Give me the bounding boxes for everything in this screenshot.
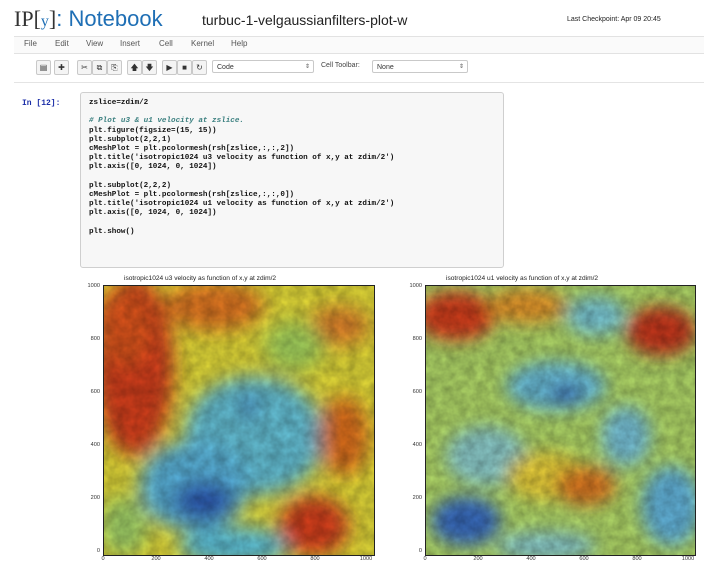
x-tick-label: 200 xyxy=(151,556,161,562)
code-line: plt.axis([0, 1024, 0, 1024]) xyxy=(89,163,217,172)
y-tick-label: 1000 xyxy=(87,283,100,289)
y-tick-label: 400 xyxy=(412,442,422,448)
pcolormesh-u3 xyxy=(103,285,375,556)
logo-ip: IP xyxy=(14,6,34,31)
logo-y: y xyxy=(40,13,49,30)
x-tick-label: 600 xyxy=(257,556,267,562)
menu-edit[interactable]: Edit xyxy=(55,39,69,48)
x-tick-label: 0 xyxy=(423,556,427,562)
y-tick-label: 800 xyxy=(90,336,100,342)
last-checkpoint: Last Checkpoint: Apr 09 20:45 xyxy=(567,16,661,23)
code-line: zslice=zdim/2 xyxy=(89,99,149,107)
cell-type-select[interactable]: Code ⇕ xyxy=(212,60,314,73)
divider xyxy=(14,82,704,83)
y-tick-label: 0 xyxy=(96,548,100,554)
code-line: cMeshPlot = plt.pcolormesh(rsh[zslice,:,… xyxy=(89,145,295,154)
code-line: plt.show() xyxy=(89,227,135,236)
x-tick-label: 400 xyxy=(526,556,536,562)
menu-file[interactable]: File xyxy=(24,39,37,48)
y-tick-label: 600 xyxy=(90,389,100,395)
cut-icon[interactable]: ✂ xyxy=(77,60,92,75)
menu-bar: File Edit View Insert Cell Kernel Help xyxy=(14,36,704,54)
heatmap-image xyxy=(104,286,374,555)
cell-type-value: Code xyxy=(217,64,234,71)
pcolormesh-u1 xyxy=(425,285,696,556)
select-arrows-icon: ⇕ xyxy=(458,64,464,70)
menu-kernel[interactable]: Kernel xyxy=(191,39,214,48)
paste-icon[interactable]: ⎘ xyxy=(107,60,122,75)
y-tick-label: 200 xyxy=(90,495,100,501)
code-line: cMeshPlot = plt.pcolormesh(rsh[zslice,:,… xyxy=(89,191,295,200)
code-line: plt.axis([0, 1024, 0, 1024]) xyxy=(89,209,217,218)
heatmap-image xyxy=(426,286,695,555)
code-line: plt.figure(figsize=(15, 15)) xyxy=(89,126,217,135)
x-tick-label: 800 xyxy=(310,556,320,562)
code-line: plt.title('isotropic1024 u3 velocity as … xyxy=(89,154,395,163)
plot-title: isotropic1024 u1 velocity as function of… xyxy=(446,275,599,282)
copy-icon[interactable]: ⧉ xyxy=(92,60,107,75)
x-tick-label: 200 xyxy=(473,556,483,562)
arrow-up-icon[interactable]: 🡅 xyxy=(127,60,142,75)
code-line: plt.subplot(2,2,2) xyxy=(89,181,172,190)
save-icon[interactable]: ▤ xyxy=(36,60,51,75)
y-tick-label: 400 xyxy=(90,442,100,448)
x-tick-label: 600 xyxy=(579,556,589,562)
x-tick-label: 1000 xyxy=(359,556,373,562)
code-line: # Plot u3 & u1 velocity at zslice. xyxy=(89,117,244,126)
code-line: plt.subplot(2,2,1) xyxy=(89,135,172,144)
menu-help[interactable]: Help xyxy=(231,39,247,48)
restart-icon[interactable]: ↻ xyxy=(192,60,207,75)
x-tick-label: 800 xyxy=(632,556,642,562)
stop-icon[interactable]: ■ xyxy=(177,60,192,75)
code-cell-input[interactable]: zslice=zdim/2 # Plot u3 & u1 velocity at… xyxy=(80,92,504,268)
select-arrows-icon: ⇕ xyxy=(304,64,310,70)
x-tick-label: 1000 xyxy=(681,556,695,562)
logo-bracket-open: [ xyxy=(33,6,41,31)
code-editor[interactable]: zslice=zdim/2 # Plot u3 & u1 velocity at… xyxy=(89,99,394,237)
x-tick-label: 400 xyxy=(204,556,214,562)
logo-notebook: : Notebook xyxy=(56,6,163,31)
notebook-header: IP[y]: Notebook turbuc-1-velgaussianfilt… xyxy=(0,0,718,34)
plus-icon[interactable]: ✚ xyxy=(54,60,69,75)
toolbar: ▤ ✚ ✂ ⧉ ⎘ 🡅 🡇 ▶ ■ ↻ Code ⇕ Cell Toolbar:… xyxy=(14,56,704,78)
y-tick-label: 600 xyxy=(412,389,422,395)
menu-insert[interactable]: Insert xyxy=(120,39,140,48)
code-line: plt.title('isotropic1024 u1 velocity as … xyxy=(89,200,395,209)
arrow-down-icon[interactable]: 🡇 xyxy=(142,60,157,75)
menu-cell[interactable]: Cell xyxy=(159,39,173,48)
notebook-name[interactable]: turbuc-1-velgaussianfilters-plot-w xyxy=(202,12,407,28)
ipython-logo[interactable]: IP[y]: Notebook xyxy=(14,6,163,32)
y-tick-label: 800 xyxy=(412,336,422,342)
cell-toolbar-label: Cell Toolbar: xyxy=(321,62,360,69)
y-tick-label: 200 xyxy=(412,495,422,501)
cell-toolbar-value: None xyxy=(377,64,394,71)
y-tick-label: 1000 xyxy=(409,283,422,289)
x-tick-label: 0 xyxy=(101,556,105,562)
y-tick-label: 0 xyxy=(418,548,422,554)
plot-title: isotropic1024 u3 velocity as function of… xyxy=(124,275,277,282)
run-icon[interactable]: ▶ xyxy=(162,60,177,75)
input-prompt: In [12]: xyxy=(22,99,61,108)
cell-toolbar-select[interactable]: None ⇕ xyxy=(372,60,468,73)
menu-view[interactable]: View xyxy=(86,39,103,48)
